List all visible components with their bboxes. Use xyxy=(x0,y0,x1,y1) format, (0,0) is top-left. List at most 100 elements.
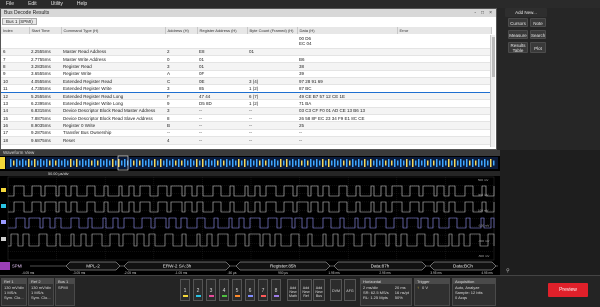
decode-table-row[interactable]: 9 3.6555ms Register Write A 0F 39 xyxy=(1,70,491,79)
overview-pulse xyxy=(478,159,480,167)
decode-column-header[interactable]: Address (H) xyxy=(165,27,198,34)
trigger-badge[interactable]: Trigger ↑ 0 V xyxy=(414,278,450,306)
overview-pulse xyxy=(64,159,66,167)
cursors-button[interactable]: Cursors xyxy=(508,18,528,27)
decode-cell: 9.6875ms xyxy=(29,136,61,145)
decode-cell: 9.2875ms xyxy=(29,129,61,138)
search-button[interactable]: Search xyxy=(530,30,546,39)
results-table-button[interactable]: Results Table xyxy=(508,42,528,53)
overview-pulse xyxy=(103,160,105,166)
decode-cell: 4 xyxy=(165,136,197,145)
overview-pulse xyxy=(232,159,234,167)
decode-table-row[interactable]: 10 4.0555ms Extended Register Read C 0E 3 (4)… xyxy=(1,77,491,86)
overview-pulse xyxy=(58,159,60,167)
decode-column-header[interactable]: Byte Count (Framed) (H) xyxy=(247,27,298,34)
tab-bus1-spmi[interactable]: Bus 1 (SPMI) xyxy=(2,18,37,25)
add-new-button[interactable]: Add New... xyxy=(505,8,547,17)
decode-table-row[interactable]: 16 8.9035ms Register 0 Write B -- -- 25 xyxy=(1,121,491,130)
add-new-math-button[interactable]: Add New Math xyxy=(287,279,299,301)
overview-pulse xyxy=(373,160,375,166)
decode-cell xyxy=(197,34,247,49)
decode-table: Index Start Time Command Type (H) Address (… xyxy=(1,27,492,145)
add-new-ref-button[interactable]: Add New Ref xyxy=(300,279,312,301)
overview-pulse xyxy=(457,160,459,166)
overview-pulse xyxy=(94,159,96,167)
menu-file[interactable]: File xyxy=(6,1,14,7)
channel-2-button[interactable]: 2 xyxy=(193,279,203,301)
decode-table-row[interactable]: 12 5.2555ms Extended Register Read Long F 47… xyxy=(1,92,491,101)
menu-utility[interactable]: Utility xyxy=(51,1,63,7)
decode-table-row[interactable]: 14 6.8315ms Device Descriptor Block Read M… xyxy=(1,107,491,116)
decode-table-row[interactable]: 18 9.6875ms Reset 4 -- -- -- xyxy=(1,136,491,145)
preview-button[interactable]: Preview xyxy=(548,283,588,297)
decode-table-row[interactable]: 11 4.7355ms Extended Register Write 3 85 1 (2… xyxy=(1,84,491,93)
scrollbar-thumb[interactable] xyxy=(492,37,495,77)
decode-cell: A xyxy=(165,70,197,79)
channel-8-button[interactable]: 8 xyxy=(271,279,281,301)
decode-scrollbar[interactable] xyxy=(490,35,495,147)
overview-pulse xyxy=(136,159,138,167)
overview-pulse xyxy=(382,159,384,167)
channel-number: 4 xyxy=(222,288,226,294)
trace-marker[interactable] xyxy=(1,188,6,192)
note-button[interactable]: Note xyxy=(530,18,546,27)
status-bar: Ref 1 130 mV/div 1 MS/s Sym. Clo... Ref … xyxy=(0,275,600,307)
overview-pulse xyxy=(172,159,174,167)
overview-pulse xyxy=(337,160,339,166)
ref1-badge[interactable]: Ref 1 130 mV/div 1 MS/s Sym. Clo... xyxy=(1,278,27,306)
menu-help[interactable]: Help xyxy=(77,1,87,7)
decode-table-row[interactable]: 6 2.2555ms Master Read Address 2 E8 01 xyxy=(1,48,491,56)
add-new-bus-button[interactable]: Add New Bus xyxy=(313,279,325,301)
channel-3-button[interactable]: 3 xyxy=(206,279,216,301)
channel-5-button[interactable]: 5 xyxy=(232,279,242,301)
decode-table-row[interactable]: 15 7.8875ms Device Descriptor Block Read S… xyxy=(1,114,491,123)
zoom-icon[interactable]: ⚲ xyxy=(506,268,512,274)
close-icon[interactable]: × xyxy=(489,10,492,16)
decode-table-row[interactable]: 00 D6 EC 04 xyxy=(1,34,491,49)
decode-table-row[interactable]: 17 9.2875ms Transfer Bus Ownership -- -- -- -- xyxy=(1,129,491,138)
acquisition-count: 0 Acqs xyxy=(455,295,468,300)
waveform-canvas[interactable]: 50.00 µs/div 500 mV 300 mV 100 mV -100 mV -30… xyxy=(0,150,500,275)
plot-button[interactable]: Plot xyxy=(530,42,546,53)
decode-column-header[interactable]: Start Time xyxy=(29,27,62,34)
measure-button[interactable]: Measure xyxy=(508,30,528,39)
overview-pulse xyxy=(304,159,306,167)
decode-cell: 9 xyxy=(1,70,29,79)
waveform-view[interactable]: Waveform View 50.00 µs/div 500 mV 300 mV 10… xyxy=(0,150,600,275)
trace-marker[interactable] xyxy=(1,220,6,224)
decode-column-header[interactable]: Index xyxy=(1,27,30,34)
menu-edit[interactable]: Edit xyxy=(28,1,37,7)
dvm-button[interactable]: DVM xyxy=(330,279,342,301)
decode-cell: Master Write Address xyxy=(61,55,165,64)
decode-table-row[interactable]: 7 2.7755ms Master Write Address 0 01 B6 xyxy=(1,55,491,64)
decode-cell: Extended Register Read Long xyxy=(61,92,165,101)
decode-cell xyxy=(247,62,297,71)
decode-column-header[interactable]: Error xyxy=(397,27,492,34)
overview-pulse xyxy=(196,159,198,167)
overview-pulse xyxy=(205,160,207,166)
decode-column-header[interactable]: Data (H) xyxy=(297,27,398,34)
afg-button[interactable]: AFG xyxy=(344,279,356,301)
minimize-icon[interactable]: - xyxy=(474,10,476,16)
channel-4-button[interactable]: 4 xyxy=(219,279,229,301)
horizontal-badge[interactable]: Horizontal 2 ms/div SR: 62.5 MS/s RL: 1.… xyxy=(360,278,412,306)
bus1-badge[interactable]: Bus 1 SPMI xyxy=(55,278,75,306)
maximize-icon[interactable]: □ xyxy=(481,10,484,16)
ref2-badge[interactable]: Ref 2 130 mV/div 1 MS/s Sym. Clo... xyxy=(28,278,54,306)
channel-6-button[interactable]: 6 xyxy=(245,279,255,301)
overview-pulse xyxy=(403,160,405,166)
overview-pulse xyxy=(34,159,36,167)
decode-column-header[interactable]: Register Address (H) xyxy=(197,27,248,34)
trace-marker[interactable] xyxy=(1,204,6,208)
channel-1-button[interactable]: 1 xyxy=(180,279,190,301)
overview-pulse xyxy=(343,160,345,166)
decode-table-row[interactable]: 13 6.2395ms Extended Register Write Long 9 D… xyxy=(1,99,491,108)
trace-marker[interactable] xyxy=(1,237,6,241)
overview-pulse xyxy=(25,160,27,166)
channel-7-button[interactable]: 7 xyxy=(258,279,268,301)
decode-table-row[interactable]: 8 3.2835ms Register Read 3 01 38 xyxy=(1,62,491,71)
overview-pulse xyxy=(256,159,258,167)
decode-column-header[interactable]: Command Type (H) xyxy=(61,27,166,34)
acquisition-badge[interactable]: Acquisition Auto, Analyze Sample: 12 bit… xyxy=(452,278,496,306)
overview-pulse xyxy=(178,159,180,167)
